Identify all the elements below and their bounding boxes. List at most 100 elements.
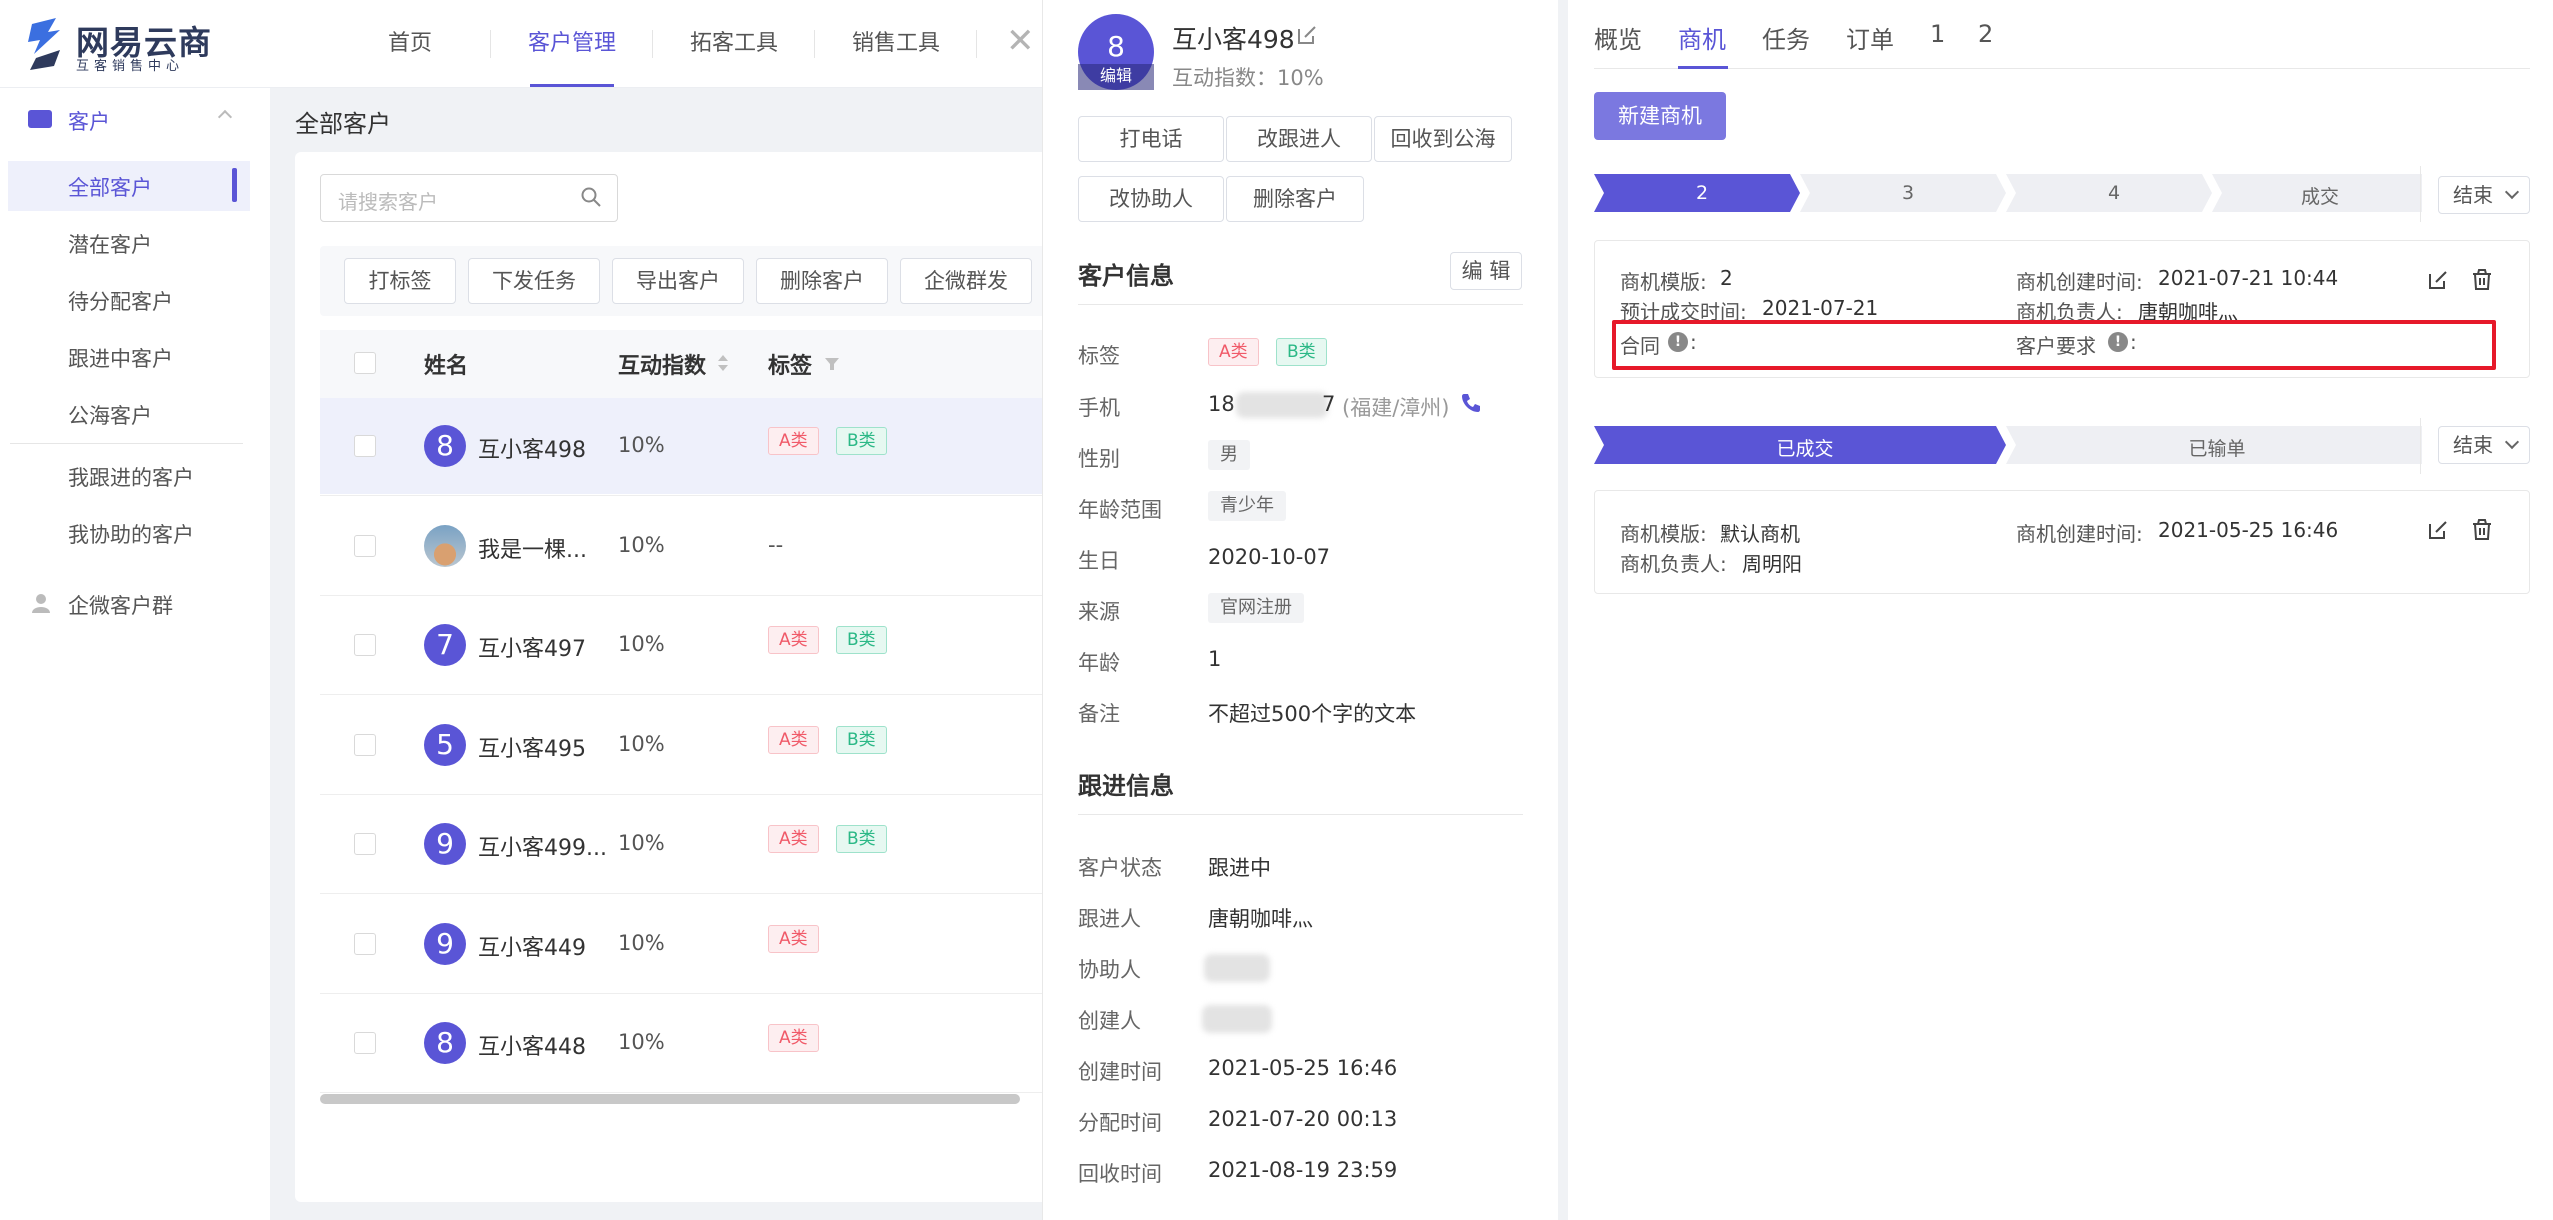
row-checkbox[interactable]	[354, 435, 376, 457]
tab-orders[interactable]: 订单	[1846, 20, 1894, 55]
field-label-created: 创建时间	[1078, 1060, 1162, 1084]
interaction-index-value: 10%	[618, 533, 665, 557]
nav-home[interactable]: 首页	[380, 0, 440, 88]
end-select-label: 结束	[2453, 183, 2493, 207]
filter-icon[interactable]	[824, 356, 840, 372]
export-button[interactable]: 导出客户	[612, 258, 744, 304]
tag-button[interactable]: 打标签	[344, 258, 456, 304]
change-owner-button[interactable]: 改跟进人	[1226, 116, 1372, 162]
sidebar-item-potential[interactable]: 潜在客户	[68, 229, 152, 259]
customer-avatar[interactable]: 9	[424, 923, 466, 965]
change-helper-button[interactable]: 改协助人	[1078, 176, 1224, 222]
column-interaction-index[interactable]: 互动指数	[618, 348, 706, 380]
interaction-index-value: 10%	[618, 433, 665, 457]
customer-avatar[interactable]: 8	[424, 1022, 466, 1064]
stage-label[interactable]: 成交	[2222, 182, 2418, 209]
nav-customer-management[interactable]: 客户管理	[522, 0, 622, 88]
edit-info-button[interactable]: 编 辑	[1450, 252, 1522, 290]
row-checkbox[interactable]	[354, 1032, 376, 1054]
customer-name-link[interactable]: 我是一棵...	[478, 532, 587, 564]
delete-customer-button[interactable]: 删除客户	[1226, 176, 1364, 222]
sidebar-item-to-assign[interactable]: 待分配客户	[68, 286, 173, 316]
sidebar-group-customer[interactable]: 客户	[68, 106, 110, 136]
note-value: 不超过500个字的文本	[1208, 702, 1417, 726]
end-select-label: 结束	[2453, 433, 2493, 457]
row-divider	[320, 993, 1060, 994]
sidebar-item-public-pool[interactable]: 公海客户	[68, 400, 152, 430]
row-checkbox[interactable]	[354, 535, 376, 557]
wecom-broadcast-button[interactable]: 企微群发	[900, 258, 1032, 304]
opp-created-value: 2021-07-21 10:44	[2158, 266, 2339, 290]
stage-label[interactable]: 3	[1810, 182, 2006, 204]
customer-name-link[interactable]: 互小客449	[478, 930, 586, 962]
edit-icon[interactable]	[2426, 518, 2450, 542]
stage-label[interactable]: 2	[1604, 182, 1800, 204]
tag-b: B类	[1276, 338, 1327, 366]
select-all-checkbox[interactable]	[354, 352, 376, 374]
customer-name-link[interactable]: 互小客498	[478, 432, 586, 464]
row-checkbox[interactable]	[354, 734, 376, 756]
tab-tasks[interactable]: 任务	[1762, 20, 1810, 55]
customer-tag: A类	[768, 925, 819, 953]
field-label-status: 客户状态	[1078, 856, 1162, 880]
row-checkbox[interactable]	[354, 933, 376, 955]
interaction-index-value: 10%	[618, 831, 665, 855]
sidebar-item-all-customers[interactable]: 全部客户	[68, 172, 152, 202]
sidebar-item-following[interactable]: 跟进中客户	[68, 343, 173, 373]
pipeline-divider	[2420, 166, 2421, 222]
customer-avatar[interactable]: 7	[424, 624, 466, 666]
customer-avatar[interactable]: 5	[424, 724, 466, 766]
sort-icon[interactable]	[716, 352, 730, 374]
customer-name-link[interactable]: 互小客499...	[478, 830, 607, 862]
row-checkbox[interactable]	[354, 634, 376, 656]
customer-avatar[interactable]: 9	[424, 823, 466, 865]
dispatch-task-button[interactable]: 下发任务	[468, 258, 600, 304]
avatar-edit-label[interactable]: 编辑	[1078, 64, 1154, 90]
opp-owner-value: 周明阳	[1742, 552, 1802, 576]
edit-name-icon[interactable]	[1296, 24, 1318, 46]
row-checkbox[interactable]	[354, 833, 376, 855]
tab-opportunities[interactable]: 商机	[1678, 20, 1726, 55]
nav-divider	[814, 30, 815, 58]
recycle-to-pool-button[interactable]: 回收到公海	[1374, 116, 1512, 162]
delete-icon[interactable]	[2470, 518, 2494, 542]
delete-customers-button[interactable]: 删除客户	[756, 258, 888, 304]
sidebar-item-my-assisting[interactable]: 我协助的客户	[68, 519, 194, 549]
customer-name-link[interactable]: 互小客448	[478, 1029, 586, 1061]
stage-label[interactable]: 已输单	[2016, 434, 2418, 461]
tag-a: A类	[1208, 338, 1259, 366]
creator-redacted	[1202, 1005, 1272, 1033]
sidebar-item-my-following[interactable]: 我跟进的客户	[68, 462, 194, 492]
customer-name-link[interactable]: 互小客497	[478, 631, 586, 663]
tab-overview[interactable]: 概览	[1594, 20, 1642, 55]
horizontal-scrollbar[interactable]	[320, 1094, 1020, 1104]
end-select[interactable]: 结束	[2438, 426, 2530, 464]
customer-card-icon	[28, 110, 52, 128]
opp-owner-label: 商机负责人:	[1620, 552, 1727, 576]
field-label-source: 来源	[1078, 600, 1120, 624]
tab-2[interactable]: 2	[1978, 20, 1993, 48]
sidebar-item-wecom-groups[interactable]: 企微客户群	[68, 590, 173, 620]
brand-logo[interactable]: 网易云商 互客销售中心	[26, 14, 211, 74]
stage-label[interactable]: 已成交	[1604, 434, 2006, 461]
phone-icon[interactable]	[1460, 392, 1482, 414]
field-label-birthday: 生日	[1078, 549, 1120, 573]
customer-avatar-image[interactable]	[424, 525, 466, 567]
end-select[interactable]: 结束	[2438, 176, 2530, 214]
delete-icon[interactable]	[2470, 268, 2494, 292]
customer-avatar[interactable]: 8	[424, 425, 466, 467]
tab-1[interactable]: 1	[1930, 20, 1945, 48]
customer-name-link[interactable]: 互小客495	[478, 731, 586, 763]
search-icon[interactable]	[580, 186, 602, 208]
nav-prospecting-tools[interactable]: 拓客工具	[684, 0, 784, 88]
field-label-age: 年龄	[1078, 651, 1120, 675]
empty-tags: --	[768, 533, 784, 557]
new-opportunity-button[interactable]: 新建商机	[1594, 92, 1726, 140]
close-drawer-icon[interactable]: ✕	[1006, 24, 1035, 58]
edit-icon[interactable]	[2426, 268, 2450, 292]
nav-sales-tools[interactable]: 销售工具	[846, 0, 946, 88]
call-button[interactable]: 打电话	[1078, 116, 1224, 162]
customer-tag: A类	[768, 626, 819, 654]
chevron-down-icon	[2504, 434, 2520, 450]
stage-label[interactable]: 4	[2016, 182, 2212, 204]
